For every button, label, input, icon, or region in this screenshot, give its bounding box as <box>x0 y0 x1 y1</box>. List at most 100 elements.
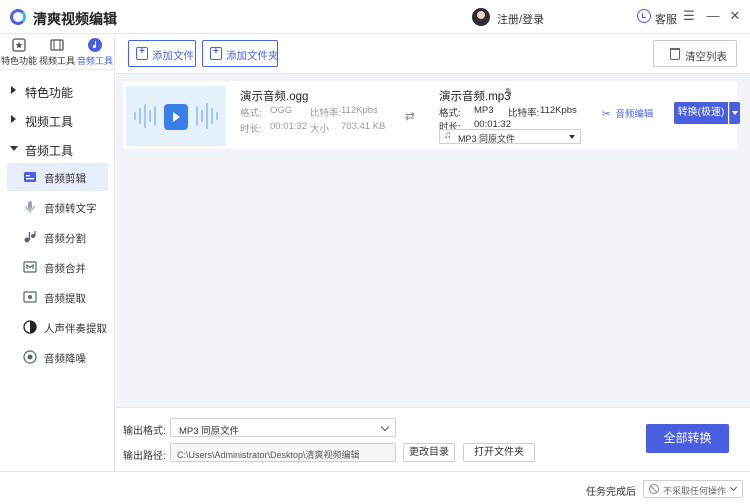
change-directory-button[interactable]: 更改目录 <box>403 443 455 462</box>
waveform-bar <box>196 106 198 126</box>
customer-service-icon[interactable] <box>637 9 651 23</box>
convert-all-button[interactable]: 全部转换 <box>646 424 729 453</box>
sidebar-item-audio-to-text[interactable]: 音频转文字 <box>7 193 108 221</box>
tab-video[interactable]: 视频工具 <box>38 38 76 68</box>
convert-arrow-icon: ⇄ <box>405 109 416 123</box>
main-panel: 添加文件 添加文件夹 清空列表 演示音频.ogg 格式: OGG 比特率: <box>116 34 750 471</box>
sidebar-item-label: 音频剪辑 <box>44 173 86 185</box>
category-audio[interactable]: 音频工具 <box>0 135 115 163</box>
waveform-bar <box>201 110 203 122</box>
merge-icon <box>23 261 37 273</box>
output-format-value: MP3 同原文件 <box>179 426 240 437</box>
title-bar: 清爽视频编辑 注册/登录 客服 ☰ — ✕ <box>0 0 750 34</box>
add-file-icon <box>136 46 148 60</box>
extract-icon <box>23 291 37 303</box>
open-folder-button[interactable]: 打开文件夹 <box>463 443 535 462</box>
sidebar: 特色功能 视频工具 音频工具 特色功能 视频工具 音频工具 音频剪辑 音频转文字… <box>0 34 115 471</box>
add-file-button[interactable]: 添加文件 <box>128 40 196 67</box>
microphone-icon <box>25 201 35 213</box>
target-format: MP3 <box>474 105 494 116</box>
chevron-right-icon <box>11 115 16 123</box>
music-note-icon: ♫ <box>444 130 452 141</box>
sidebar-item-label: 音频降噪 <box>44 353 86 365</box>
file-card: 演示音频.ogg 格式: OGG 比特率: 112Kpbs 时长: 00:01:… <box>123 81 740 149</box>
user-avatar-icon[interactable] <box>472 8 490 26</box>
target-format-select[interactable]: ♫ MP3 同原文件 <box>439 129 581 144</box>
sidebar-item-label: 音频转文字 <box>44 203 97 215</box>
source-duration-label: 时长: <box>240 124 262 135</box>
top-tabs: 特色功能 视频工具 音频工具 <box>0 34 115 70</box>
sidebar-item-label: 人声伴奏提取 <box>44 323 107 335</box>
target-file-name: 演示音频.mp3 <box>439 91 511 103</box>
sidebar-item-audio-extract[interactable]: 音频提取 <box>7 283 108 311</box>
waveform-bar <box>206 103 208 129</box>
chevron-down-icon <box>380 422 390 432</box>
sidebar-item-label: 音频分割 <box>44 233 86 245</box>
waveform-bar <box>139 108 141 124</box>
category-audio-label: 音频工具 <box>25 144 74 158</box>
source-duration: 00:01:32 <box>270 121 307 132</box>
tab-audio-label: 音频工具 <box>76 56 113 66</box>
clear-list-label: 清空列表 <box>685 51 727 63</box>
waveform-bar <box>134 112 136 120</box>
waveform-bar <box>216 112 218 120</box>
output-path-value: C:\Users\Administrator\Desktop\清爽视频编辑 <box>177 450 360 460</box>
app-title: 清爽视频编辑 <box>33 11 117 27</box>
waveform-bar <box>154 106 156 126</box>
status-bar: 任务完成后 不采取任何操作 <box>0 471 750 504</box>
output-format-select[interactable]: MP3 同原文件 <box>170 418 396 437</box>
app-logo-icon <box>10 9 26 25</box>
target-format-label: 格式: <box>439 108 461 119</box>
after-task-value: 不采取任何操作 <box>663 486 727 496</box>
chevron-down-icon <box>10 146 18 151</box>
after-task-select[interactable]: 不采取任何操作 <box>643 480 743 498</box>
add-folder-button[interactable]: 添加文件夹 <box>202 40 279 67</box>
sidebar-item-audio-denoise[interactable]: 音频降噪 <box>7 343 108 371</box>
tab-video-label: 视频工具 <box>38 56 75 66</box>
audio-file-icon <box>164 104 188 130</box>
convert-options-dropdown[interactable] <box>729 102 740 124</box>
after-task-label: 任务完成后 <box>586 487 636 498</box>
trash-icon <box>670 48 680 60</box>
convert-fast-button[interactable]: 转换(极速) <box>674 102 728 124</box>
tab-feature[interactable]: 特色功能 <box>0 38 38 68</box>
waveform-bar <box>144 104 146 128</box>
customer-service-label[interactable]: 客服 <box>655 11 677 27</box>
source-file-name: 演示音频.ogg <box>240 91 309 103</box>
ban-icon <box>649 484 659 494</box>
waveform-bar <box>211 108 213 124</box>
category-feature[interactable]: 特色功能 <box>0 77 115 105</box>
audio-thumbnail <box>126 86 226 146</box>
sidebar-item-audio-cut[interactable]: 音频剪辑 <box>7 163 108 191</box>
audio-cut-icon <box>24 172 36 182</box>
sidebar-item-audio-split[interactable]: 音频分割 <box>7 223 108 251</box>
audio-edit-button[interactable]: ✂ 音频编辑 <box>602 106 653 120</box>
login-link[interactable]: 注册/登录 <box>497 11 544 27</box>
voice-icon <box>23 320 37 334</box>
source-format-label: 格式: <box>240 108 262 119</box>
add-folder-label: 添加文件夹 <box>226 50 279 62</box>
category-video[interactable]: 视频工具 <box>0 106 115 134</box>
sidebar-item-label: 音频提取 <box>44 293 86 305</box>
sidebar-item-voice-extract[interactable]: 人声伴奏提取 <box>7 313 108 341</box>
clear-list-button[interactable]: 清空列表 <box>653 40 737 67</box>
music-note-icon <box>88 38 102 52</box>
menu-icon[interactable]: ☰ <box>681 8 697 24</box>
tab-audio[interactable]: 音频工具 <box>76 38 114 68</box>
waveform-bar <box>149 110 151 122</box>
close-icon[interactable]: ✕ <box>727 8 743 24</box>
output-path-field[interactable]: C:\Users\Administrator\Desktop\清爽视频编辑 <box>170 443 396 462</box>
category-video-label: 视频工具 <box>25 115 74 129</box>
sidebar-item-audio-merge[interactable]: 音频合并 <box>7 253 108 281</box>
minimize-icon[interactable]: — <box>705 8 721 24</box>
category-feature-label: 特色功能 <box>25 86 74 100</box>
toolbar: 添加文件 添加文件夹 清空列表 <box>116 34 750 74</box>
denoise-icon <box>23 350 37 364</box>
source-size-label: 大小 <box>310 124 330 135</box>
add-folder-icon <box>210 46 222 60</box>
caret-down-icon <box>569 135 575 139</box>
add-file-label: 添加文件 <box>152 50 194 62</box>
source-bitrate: 112Kpbs <box>341 105 378 116</box>
sidebar-item-label: 音频合并 <box>44 263 86 275</box>
source-bitrate-label: 比特率: <box>310 108 342 119</box>
